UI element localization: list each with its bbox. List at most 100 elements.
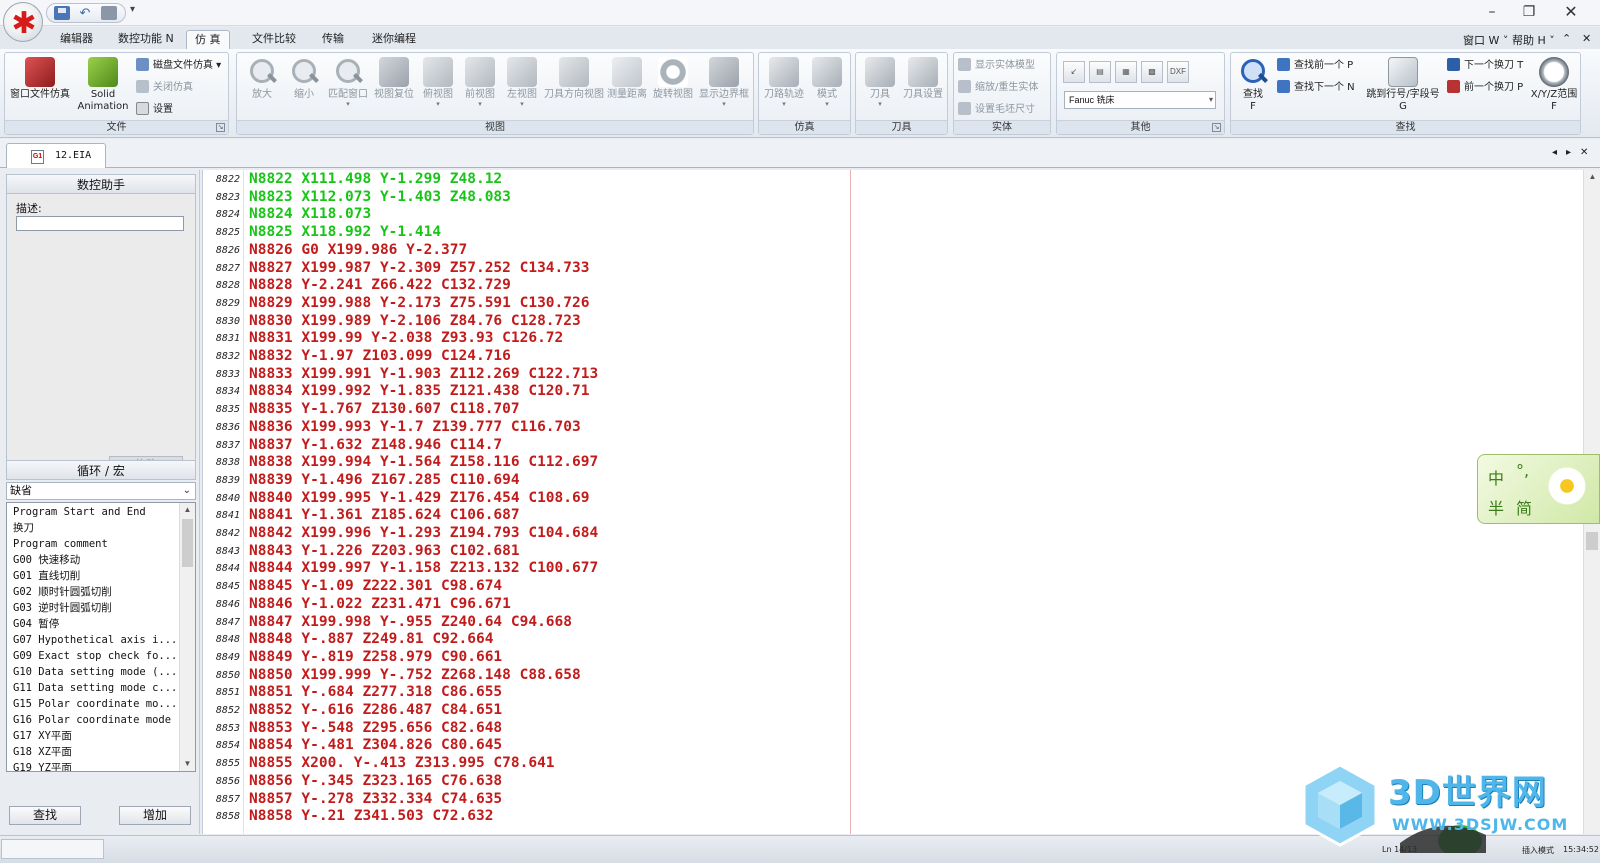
document-tab[interactable]: G1 12.EIA [6,143,106,168]
zoom-regen-solid-button[interactable]: 缩放/重生实体 [958,79,1038,97]
list-item[interactable]: G19 YZ平面 [7,760,179,771]
tab-file-compare[interactable]: 文件比较 [244,30,304,49]
ime-chinese-mode[interactable]: 中 [1488,465,1504,489]
grid-icon[interactable]: ▤ [1089,61,1111,83]
save-icon[interactable] [54,6,70,20]
code-line[interactable]: N8845 Y-1.09 Z222.301 C98.674 [249,578,502,594]
fit-window-button[interactable]: 匹配窗口 ▾ [325,55,371,121]
cycle-category-select[interactable]: 缺省 ⌄ [6,482,196,500]
code-line[interactable]: N8824 X118.073 [249,206,371,222]
dialog-launcher-icon[interactable]: ↘ [216,123,225,132]
code-line[interactable]: N8826 G0 X199.986 Y-2.377 [249,242,467,258]
code-line[interactable]: N8858 Y-.21 Z341.503 C72.632 [249,808,493,824]
code-line[interactable]: N8840 X199.995 Y-1.429 Z176.454 C108.69 [249,490,589,506]
code-line[interactable]: N8827 X199.987 Y-2.309 Z57.252 C134.733 [249,260,589,276]
code-line[interactable]: N8833 X199.991 Y-1.903 Z112.269 C122.713 [249,366,598,382]
scrollbar-thumb[interactable] [1586,532,1598,550]
code-line[interactable]: N8857 Y-.278 Z332.334 C74.635 [249,791,502,807]
next-tool-change-button[interactable]: 下一个换刀 T [1447,57,1523,75]
list-item[interactable]: G09 Exact stop check fo... [7,648,179,664]
code-line[interactable]: N8835 Y-1.767 Z130.607 C118.707 [249,401,520,417]
tab-transfer[interactable]: 传输 [314,30,352,49]
print-icon[interactable] [101,6,117,20]
zoom-in-button[interactable]: 放大 [241,55,283,121]
zoom-out-button[interactable]: 缩小 [283,55,325,121]
code-line[interactable]: N8841 Y-1.361 Z185.624 C106.687 [249,507,520,523]
list-item[interactable]: G17 XY平面 [7,728,179,744]
code-line[interactable]: N8836 X199.993 Y-1.7 Z139.777 C116.703 [249,419,581,435]
tab-scroll-left-icon[interactable]: ◂ [1552,147,1557,158]
code-line[interactable]: N8822 X111.498 Y-1.299 Z48.12 [249,171,502,187]
list-item[interactable]: G11 Data setting mode c... [7,680,179,696]
list-item[interactable]: G15 Polar coordinate mo... [7,696,179,712]
window-menu[interactable]: 窗口 W ˅ [1463,32,1508,48]
customize-quick-access-button[interactable]: ▾ [130,4,135,15]
ime-simplified-mode[interactable]: 简 [1516,495,1532,519]
find-button[interactable]: 查找 F [1235,55,1271,121]
ime-punctuation-mode[interactable]: °, [1516,461,1529,480]
code-line[interactable]: N8851 Y-.684 Z277.318 C86.655 [249,684,502,700]
code-line[interactable]: N8829 X199.988 Y-2.173 Z75.591 C130.726 [249,295,589,311]
previous-tool-change-button[interactable]: 前一个换刀 P [1447,79,1523,97]
code-editor[interactable]: 8822 8823 8824 8825 8826 8827 8828 8829 8830 8831… [202,170,1583,834]
list-item[interactable]: G18 XZ平面 [7,744,179,760]
solid-animation-button[interactable]: Solid Animation [73,55,133,121]
undo-icon[interactable]: ↶ [77,6,93,20]
code-line[interactable]: N8856 Y-.345 Z323.165 C76.638 [249,773,502,789]
dxf-icon[interactable]: DXF [1167,61,1189,83]
disk-file-sim-button[interactable]: 磁盘文件仿真 ▾ [136,57,221,75]
add-cycle-button[interactable]: 增加 [119,806,191,825]
tool-settings-button[interactable]: 刀具设置 [900,55,946,121]
tab-scroll-right-icon[interactable]: ▸ [1566,147,1571,158]
scrollbar-thumb[interactable] [182,519,193,567]
help-menu[interactable]: 帮助 H ˅ [1512,32,1555,48]
layout-icon[interactable]: ▦ [1115,61,1137,83]
cycle-list-scrollbar[interactable]: ▲ ▼ [179,503,195,771]
dialog-launcher-icon[interactable]: ↘ [1212,123,1221,132]
measure-distance-button[interactable]: 测量距离 [605,55,649,121]
application-menu-button[interactable]: ✱ [3,2,43,42]
list-item[interactable]: G04 暂停 [7,616,179,632]
code-line[interactable]: N8849 Y-.819 Z258.979 C90.661 [249,649,502,665]
code-line[interactable]: N8846 Y-1.022 Z231.471 C96.671 [249,596,511,612]
tool-button[interactable]: 刀具 ▾ [860,55,900,121]
code-line[interactable]: N8839 Y-1.496 Z167.285 C110.694 [249,472,520,488]
ribbon-close-icon[interactable]: ✕ [1582,32,1591,45]
settings-button[interactable]: 设置 [136,101,173,119]
code-line[interactable]: N8830 X199.989 Y-2.106 Z84.76 C128.723 [249,313,581,329]
list-item[interactable]: G03 逆时针圆弧切削 [7,600,179,616]
minimize-button[interactable]: – [1478,2,1506,22]
toolpath-button[interactable]: 刀路轨迹 ▾ [763,55,805,121]
code-line[interactable]: N8855 X200. Y-.413 Z313.995 C78.641 [249,755,555,771]
code-line[interactable]: N8831 X199.99 Y-2.038 Z93.93 C126.72 [249,330,563,346]
tab-mini-programming[interactable]: 迷你编程 [364,30,424,49]
show-bounding-box-button[interactable]: 显示边界框 ▾ [697,55,751,121]
scroll-up-icon[interactable]: ▲ [180,503,195,517]
list-item[interactable]: G00 快速移动 [7,552,179,568]
find-previous-button[interactable]: 查找前一个 P [1277,57,1353,75]
list-item[interactable]: Program comment [7,536,179,552]
tab-simulation[interactable]: 仿 真 [186,30,230,49]
close-sim-button[interactable]: 关闭仿真 [136,79,193,97]
code-line[interactable]: N8842 X199.996 Y-1.293 Z194.793 C104.684 [249,525,598,541]
list-item[interactable]: G10 Data setting mode (... [7,664,179,680]
list-item[interactable]: G16 Polar coordinate mode [7,712,179,728]
code-line[interactable]: N8847 X199.998 Y-.955 Z240.64 C94.668 [249,614,572,630]
code-line[interactable]: N8838 X199.994 Y-1.564 Z158.116 C112.697 [249,454,598,470]
code-line[interactable]: N8823 X112.073 Y-1.403 Z48.083 [249,189,511,205]
mode-button[interactable]: 模式 ▾ [807,55,847,121]
code-line[interactable]: N8848 Y-.887 Z249.81 C92.664 [249,631,493,647]
ime-status-widget[interactable]: 中 °, 半 简 [1477,454,1600,524]
code-line[interactable]: N8834 X199.992 Y-1.835 Z121.438 C120.71 [249,383,589,399]
list-item[interactable]: G07 Hypothetical axis i... [7,632,179,648]
code-line[interactable]: N8843 Y-1.226 Z203.963 C102.681 [249,543,520,559]
find-next-button[interactable]: 查找下一个 N [1277,79,1355,97]
mesh-icon[interactable]: ▩ [1141,61,1163,83]
ime-halfwidth-mode[interactable]: 半 [1488,495,1504,519]
code-line[interactable]: N8844 X199.997 Y-1.158 Z213.132 C100.677 [249,560,598,576]
set-stock-size-button[interactable]: 设置毛坯尺寸 [958,101,1035,119]
close-window-button[interactable]: ✕ [1557,2,1585,22]
list-item[interactable]: 换刀 [7,520,179,536]
ribbon-collapse-icon[interactable]: ⌃ [1562,32,1571,45]
code-line[interactable]: N8828 Y-2.241 Z66.422 C132.729 [249,277,511,293]
